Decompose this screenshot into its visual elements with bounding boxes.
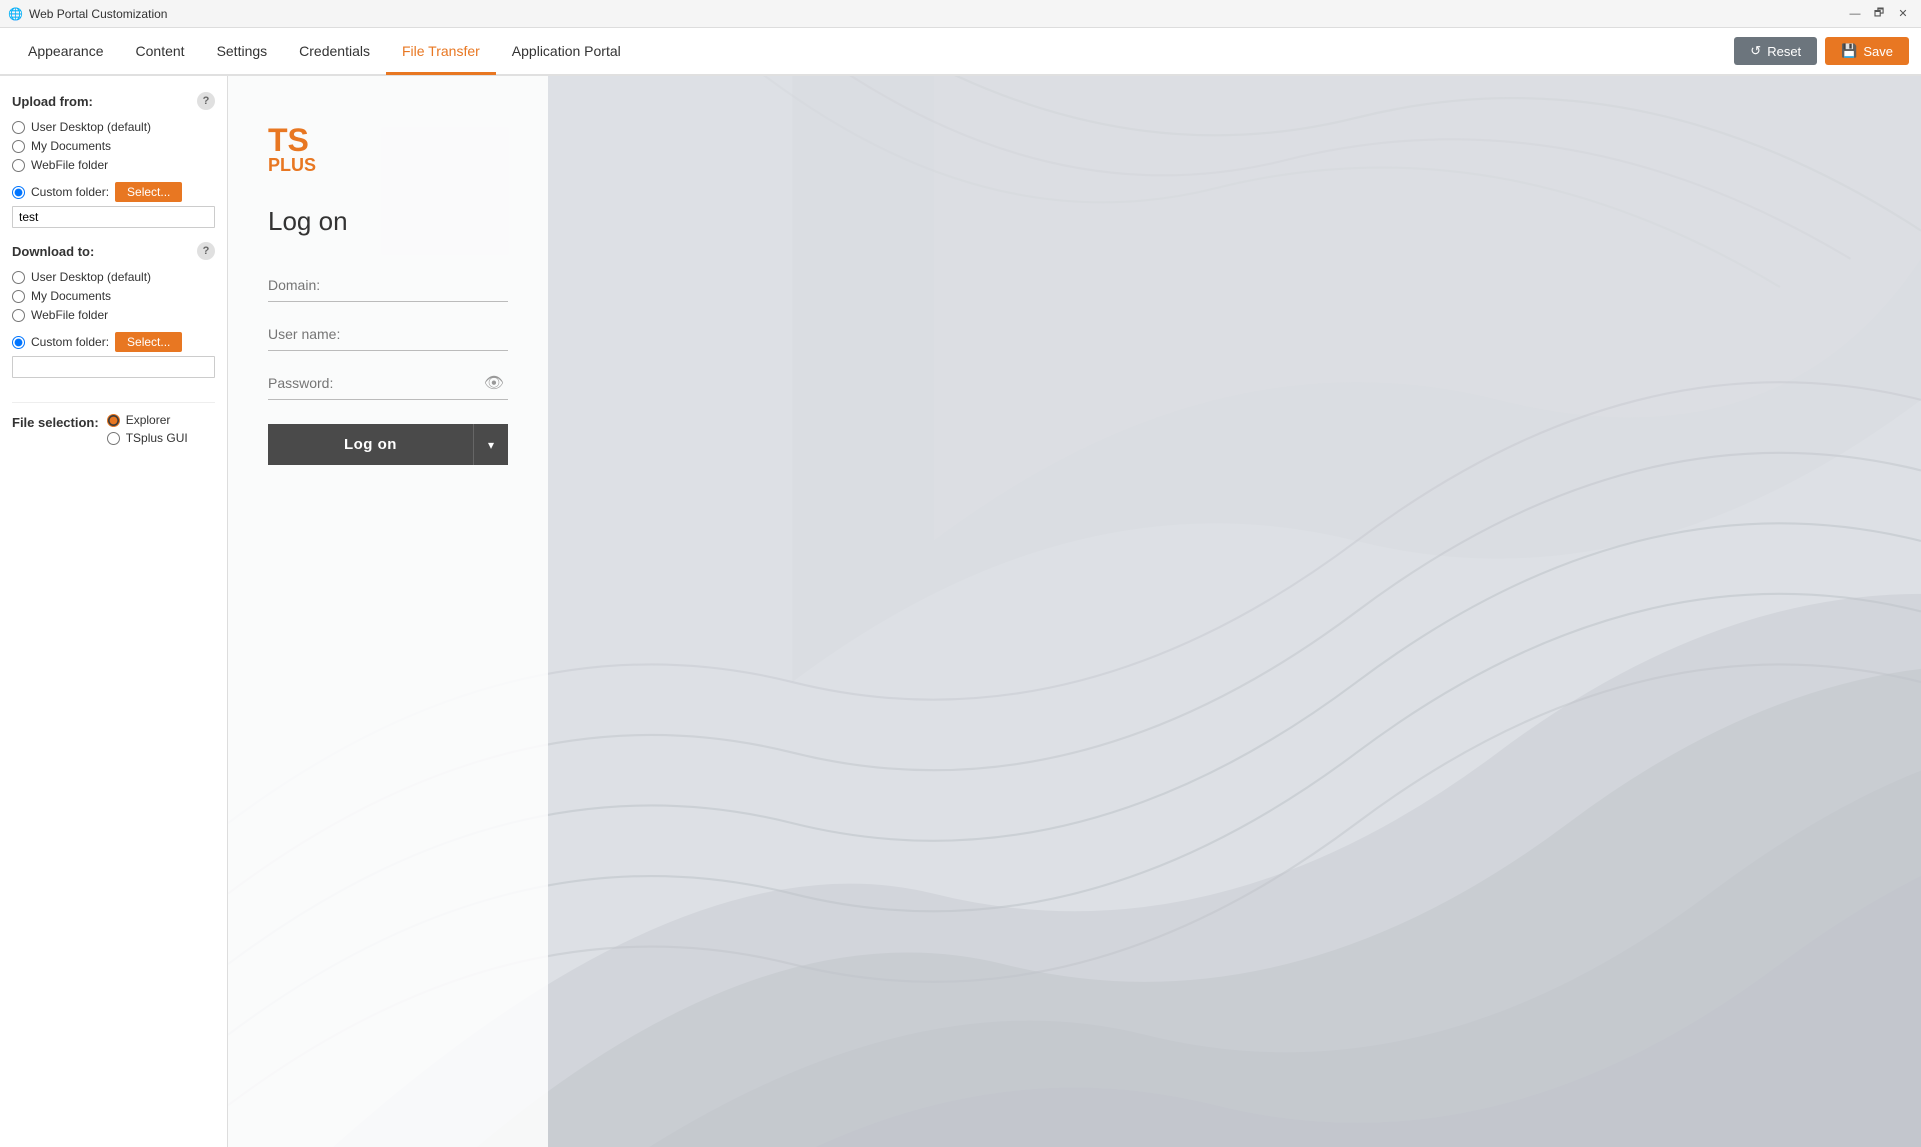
tab-applicationportal[interactable]: Application Portal bbox=[496, 29, 637, 75]
download-custom-radio[interactable] bbox=[12, 336, 25, 349]
file-selection-row: File selection: Explorer TSplus GUI bbox=[12, 413, 215, 445]
menubar-tabs: Appearance Content Settings Credentials … bbox=[12, 28, 637, 74]
titlebar-controls: — 🗗 ✕ bbox=[1845, 4, 1913, 24]
menubar: Appearance Content Settings Credentials … bbox=[0, 28, 1921, 76]
login-panel: TS PLUS Log on 👁 Log on ▾ bbox=[228, 76, 548, 1147]
upload-webfile-radio[interactable] bbox=[12, 159, 25, 172]
upload-mydocs-label: My Documents bbox=[31, 139, 111, 153]
file-selection-label: File selection: bbox=[12, 415, 99, 430]
save-button[interactable]: 💾 Save bbox=[1825, 37, 1909, 65]
reset-icon: ↺ bbox=[1750, 43, 1761, 59]
fs-explorer-label: Explorer bbox=[126, 413, 171, 427]
left-panel: Upload from: ? User Desktop (default) My… bbox=[0, 76, 228, 1147]
titlebar-title: 🌐 Web Portal Customization bbox=[8, 7, 167, 21]
upload-help-icon[interactable]: ? bbox=[197, 92, 215, 110]
menubar-actions: ↺ Reset 💾 Save bbox=[1734, 37, 1909, 65]
upload-mydocs-option[interactable]: My Documents bbox=[12, 139, 215, 153]
login-button[interactable]: Log on bbox=[268, 424, 473, 465]
ts-logo: TS PLUS bbox=[268, 124, 508, 174]
download-mydocs-option[interactable]: My Documents bbox=[12, 289, 215, 303]
download-webfile-radio[interactable] bbox=[12, 309, 25, 322]
upload-desktop-label: User Desktop (default) bbox=[31, 120, 151, 134]
ts-logo-ts: TS bbox=[268, 124, 508, 156]
download-webfile-label: WebFile folder bbox=[31, 308, 108, 322]
preview-area: TS PLUS Log on 👁 Log on ▾ bbox=[228, 76, 1921, 1147]
upload-select-button[interactable]: Select... bbox=[115, 182, 182, 202]
tab-filetransfer[interactable]: File Transfer bbox=[386, 29, 496, 75]
upload-radio-group: User Desktop (default) My Documents WebF… bbox=[12, 120, 215, 172]
download-folder-input[interactable] bbox=[12, 356, 215, 378]
password-input[interactable] bbox=[268, 367, 480, 399]
download-section-header: Download to: ? bbox=[12, 242, 215, 260]
upload-desktop-radio[interactable] bbox=[12, 121, 25, 134]
download-radio-group: User Desktop (default) My Documents WebF… bbox=[12, 270, 215, 322]
upload-webfile-option[interactable]: WebFile folder bbox=[12, 158, 215, 172]
reset-label: Reset bbox=[1767, 44, 1801, 59]
fs-tsplus-label: TSplus GUI bbox=[126, 431, 188, 445]
fs-explorer-radio[interactable] bbox=[107, 414, 120, 427]
fs-tsplus-option[interactable]: TSplus GUI bbox=[107, 431, 188, 445]
download-desktop-label: User Desktop (default) bbox=[31, 270, 151, 284]
login-btn-row: Log on ▾ bbox=[268, 424, 508, 465]
ts-logo-plus: PLUS bbox=[268, 156, 508, 174]
upload-custom-row: Custom folder: Select... bbox=[12, 182, 215, 202]
divider bbox=[12, 402, 215, 403]
tab-content[interactable]: Content bbox=[120, 29, 201, 75]
download-select-button[interactable]: Select... bbox=[115, 332, 182, 352]
download-label: Download to: bbox=[12, 244, 94, 259]
save-label: Save bbox=[1863, 44, 1893, 59]
download-mydocs-radio[interactable] bbox=[12, 290, 25, 303]
minimize-button[interactable]: — bbox=[1845, 4, 1865, 24]
login-title: Log on bbox=[268, 206, 508, 237]
titlebar-text: Web Portal Customization bbox=[29, 7, 168, 21]
tab-appearance[interactable]: Appearance bbox=[12, 29, 120, 75]
restore-button[interactable]: 🗗 bbox=[1869, 4, 1889, 24]
domain-input[interactable] bbox=[268, 269, 508, 302]
tab-settings[interactable]: Settings bbox=[201, 29, 284, 75]
save-icon: 💾 bbox=[1841, 43, 1857, 59]
download-custom-label: Custom folder: bbox=[31, 335, 109, 349]
upload-webfile-label: WebFile folder bbox=[31, 158, 108, 172]
titlebar-icon: 🌐 bbox=[8, 7, 23, 21]
close-button[interactable]: ✕ bbox=[1893, 4, 1913, 24]
upload-folder-input[interactable] bbox=[12, 206, 215, 228]
file-selection-options: Explorer TSplus GUI bbox=[107, 413, 188, 445]
fs-explorer-option[interactable]: Explorer bbox=[107, 413, 188, 427]
reset-button[interactable]: ↺ Reset bbox=[1734, 37, 1817, 65]
upload-custom-radio[interactable] bbox=[12, 186, 25, 199]
download-webfile-option[interactable]: WebFile folder bbox=[12, 308, 215, 322]
upload-label: Upload from: bbox=[12, 94, 93, 109]
download-desktop-radio[interactable] bbox=[12, 271, 25, 284]
upload-custom-option[interactable]: Custom folder: bbox=[12, 185, 109, 199]
upload-custom-label: Custom folder: bbox=[31, 185, 109, 199]
eye-icon[interactable]: 👁 bbox=[480, 369, 508, 397]
download-mydocs-label: My Documents bbox=[31, 289, 111, 303]
tab-credentials[interactable]: Credentials bbox=[283, 29, 386, 75]
upload-section-header: Upload from: ? bbox=[12, 92, 215, 110]
username-input[interactable] bbox=[268, 318, 508, 351]
download-custom-option[interactable]: Custom folder: bbox=[12, 335, 109, 349]
download-desktop-option[interactable]: User Desktop (default) bbox=[12, 270, 215, 284]
upload-mydocs-radio[interactable] bbox=[12, 140, 25, 153]
upload-desktop-option[interactable]: User Desktop (default) bbox=[12, 120, 215, 134]
login-overlay: TS PLUS Log on 👁 Log on ▾ bbox=[228, 76, 1921, 1147]
titlebar: 🌐 Web Portal Customization — 🗗 ✕ bbox=[0, 0, 1921, 28]
main-layout: Upload from: ? User Desktop (default) My… bbox=[0, 76, 1921, 1147]
download-custom-row: Custom folder: Select... bbox=[12, 332, 215, 352]
password-row: 👁 bbox=[268, 367, 508, 400]
download-help-icon[interactable]: ? bbox=[197, 242, 215, 260]
login-dropdown-button[interactable]: ▾ bbox=[473, 424, 508, 465]
fs-tsplus-radio[interactable] bbox=[107, 432, 120, 445]
